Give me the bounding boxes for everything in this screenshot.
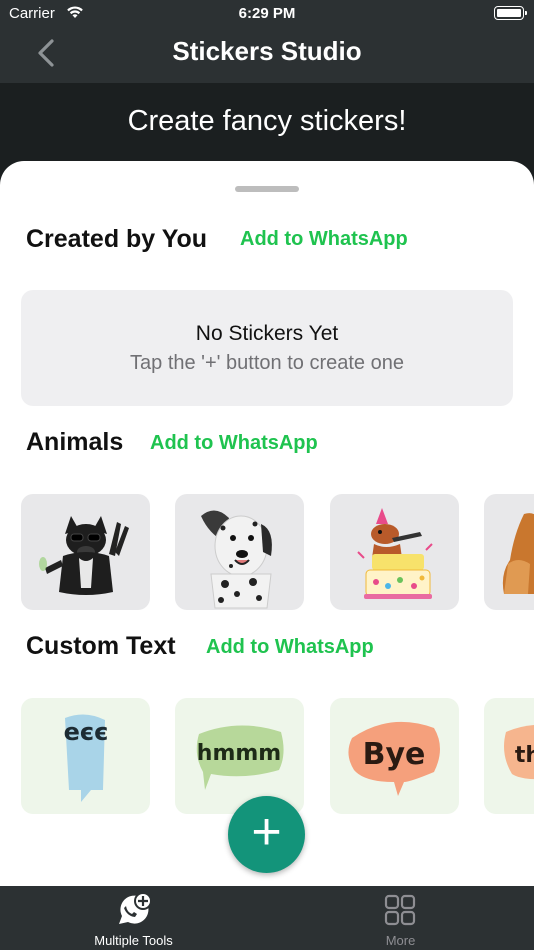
speech-bubble-peach-icon: th (504, 725, 534, 780)
add-to-whatsapp-created[interactable]: Add to WhatsApp (240, 228, 408, 251)
sticker-text-bye[interactable]: Bye (330, 698, 459, 814)
tab-label: More (385, 933, 416, 948)
grid-icon (384, 894, 416, 926)
sticker-text-e[interactable]: eєє (21, 698, 150, 814)
tab-label: Multiple Tools (94, 933, 173, 948)
speech-bubble-vertical-icon: eєє (64, 714, 109, 802)
sticker-text-hmmm[interactable]: hmmm (175, 698, 304, 814)
sticker-sheet: Created by You Add to WhatsApp No Sticke… (0, 161, 534, 886)
tab-multiple-tools[interactable]: Multiple Tools (0, 886, 267, 950)
tab-bar: Multiple Tools More (0, 886, 534, 950)
empty-title: No Stickers Yet (195, 322, 339, 345)
sticker-dog-sunglasses[interactable] (21, 494, 150, 610)
tab-more[interactable]: More (267, 886, 534, 950)
status-time: 6:29 PM (238, 5, 296, 22)
plus-icon: + (251, 803, 282, 861)
sticker-birthday-dog[interactable] (330, 494, 459, 610)
dalmatian-sticker-icon (201, 510, 272, 609)
empty-stickers-card: No Stickers Yet Tap the '+' button to cr… (21, 290, 513, 406)
sticker-text: Bye (363, 737, 426, 772)
create-sticker-button[interactable]: + (228, 796, 305, 873)
birthday-dog-sticker-icon (357, 508, 433, 599)
add-to-whatsapp-animals[interactable]: Add to WhatsApp (150, 432, 318, 455)
bulldog-sticker-icon (39, 516, 129, 595)
page-title: Stickers Studio (172, 36, 362, 66)
empty-subtitle: Tap the '+' button to create one (130, 352, 404, 374)
sticker-text-th[interactable]: th (484, 698, 534, 814)
lion-sticker-icon (502, 513, 534, 594)
sticker-lion[interactable] (484, 494, 534, 610)
status-bar: Carrier 6:29 PM (0, 0, 534, 28)
sticker-plus-icon (119, 892, 152, 924)
sticker-text: hmmm (197, 741, 281, 766)
navigation-bar: Carrier 6:29 PM Stickers Studio (0, 0, 534, 83)
battery-icon (494, 6, 527, 20)
speech-bubble-orange-icon: Bye (348, 721, 440, 796)
banner-text: Create fancy stickers! (127, 105, 407, 137)
section-title-created: Created by You (26, 225, 208, 253)
sticker-text: eєє (64, 718, 109, 746)
sticker-dalmatian[interactable] (175, 494, 304, 610)
sticker-text: th (515, 743, 534, 768)
section-title-animals: Animals (26, 428, 124, 456)
add-to-whatsapp-custom-text[interactable]: Add to WhatsApp (206, 636, 374, 659)
sheet-grabber[interactable] (235, 186, 299, 192)
section-title-custom-text: Custom Text (26, 632, 176, 660)
speech-bubble-green-icon: hmmm (196, 725, 284, 790)
